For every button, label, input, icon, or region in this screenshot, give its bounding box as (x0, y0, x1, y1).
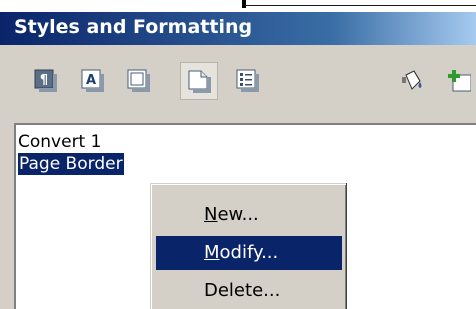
menu-item-modify[interactable]: Modify... (156, 236, 342, 270)
styles-toolbar: ¶ A (0, 45, 476, 115)
text-cursor-mark (242, 0, 246, 8)
menu-item-delete[interactable]: Delete... (156, 274, 342, 308)
list-styles-icon (236, 69, 259, 92)
style-item-page-border[interactable]: Page Border (17, 152, 125, 176)
panel-title: Styles and Formatting (14, 16, 253, 38)
svg-text:¶: ¶ (40, 73, 48, 88)
paragraph-styles-button[interactable]: ¶ (27, 62, 65, 100)
page-styles-icon (188, 70, 211, 93)
list-styles-button[interactable] (229, 62, 267, 100)
svg-text:A: A (86, 73, 96, 88)
paragraph-styles-icon: ¶ (34, 69, 57, 92)
fill-format-mode-button[interactable] (393, 62, 431, 100)
character-styles-button[interactable]: A (74, 62, 112, 100)
menu-item-new[interactable]: New... (156, 198, 342, 232)
new-style-from-selection-button[interactable] (440, 62, 476, 100)
page-styles-button[interactable] (180, 62, 218, 100)
top-strip (0, 0, 476, 12)
ruler-line (246, 5, 476, 6)
new-style-from-selection-icon (448, 70, 471, 92)
frame-styles-button[interactable] (120, 62, 158, 100)
context-menu: New... Modify... Delete... (150, 183, 346, 309)
character-styles-icon: A (81, 69, 104, 92)
fill-format-mode-icon (402, 70, 422, 90)
panel-title-bar[interactable]: Styles and Formatting (0, 12, 476, 45)
style-item-convert-1[interactable]: Convert 1 (18, 131, 101, 153)
frame-styles-icon (127, 69, 150, 92)
